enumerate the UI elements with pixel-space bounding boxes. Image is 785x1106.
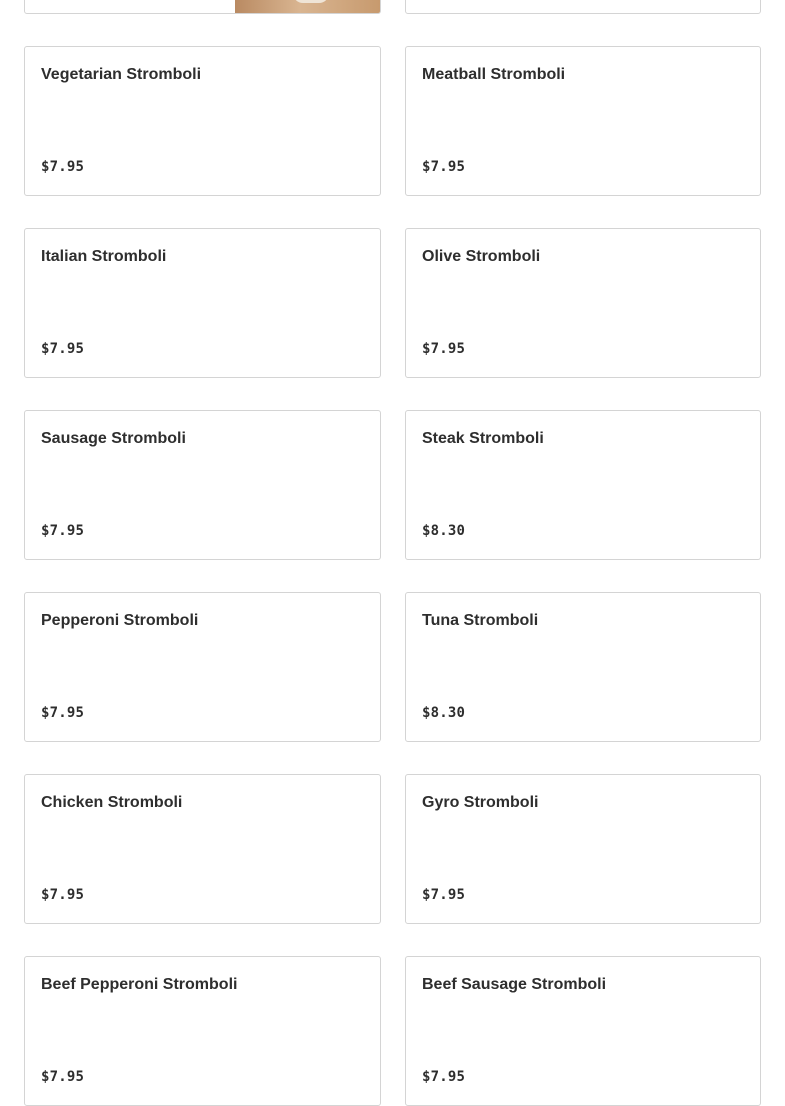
menu-item-card[interactable]: Italian Stromboli $7.95 [24, 228, 381, 378]
item-name: Italian Stromboli [41, 248, 167, 265]
item-price: $7.95 [41, 523, 85, 539]
item-name: Beef Pepperoni Stromboli [41, 976, 238, 993]
item-price: $7.95 [422, 1069, 466, 1085]
menu-item-card[interactable]: Vegetarian Stromboli $7.95 [24, 46, 381, 196]
menu-item-card[interactable]: Tuna Stromboli $8.30 [405, 592, 761, 742]
item-price: $7.95 [41, 887, 85, 903]
item-name: Pepperoni Stromboli [41, 612, 199, 629]
item-name: Gyro Stromboli [422, 794, 539, 811]
item-name: Olive Stromboli [422, 248, 541, 265]
menu-item-card[interactable]: Pepperoni Stromboli $7.95 [24, 592, 381, 742]
menu-item-card-partial[interactable] [405, 0, 761, 14]
item-price: $7.95 [422, 887, 466, 903]
menu-item-card[interactable]: Sausage Stromboli $7.95 [24, 410, 381, 560]
item-price: $7.95 [41, 705, 85, 721]
item-price: $7.95 [422, 159, 466, 175]
item-name: Sausage Stromboli [41, 430, 186, 447]
menu-item-card[interactable]: Steak Stromboli $8.30 [405, 410, 761, 560]
item-price: $7.95 [41, 159, 85, 175]
item-price: $7.95 [41, 341, 85, 357]
item-name: Tuna Stromboli [422, 612, 539, 629]
menu-item-card[interactable]: Meatball Stromboli $7.95 [405, 46, 761, 196]
item-name: Chicken Stromboli [41, 794, 183, 811]
menu-item-card[interactable]: Chicken Stromboli $7.95 [24, 774, 381, 924]
menu-item-card[interactable]: Beef Pepperoni Stromboli $7.95 [24, 956, 381, 1106]
menu-item-card[interactable]: Olive Stromboli $7.95 [405, 228, 761, 378]
item-name: Steak Stromboli [422, 430, 544, 447]
item-price: $8.30 [422, 523, 466, 539]
item-price: $7.95 [422, 341, 466, 357]
item-name: Beef Sausage Stromboli [422, 976, 607, 993]
item-price: $8.30 [422, 705, 466, 721]
menu-item-card-partial[interactable] [24, 0, 381, 14]
menu-item-card[interactable]: Beef Sausage Stromboli $7.95 [405, 956, 761, 1106]
food-photo [235, 0, 380, 13]
item-name: Meatball Stromboli [422, 66, 566, 83]
item-name: Vegetarian Stromboli [41, 66, 202, 83]
item-price: $7.95 [41, 1069, 85, 1085]
menu-item-card[interactable]: Gyro Stromboli $7.95 [405, 774, 761, 924]
